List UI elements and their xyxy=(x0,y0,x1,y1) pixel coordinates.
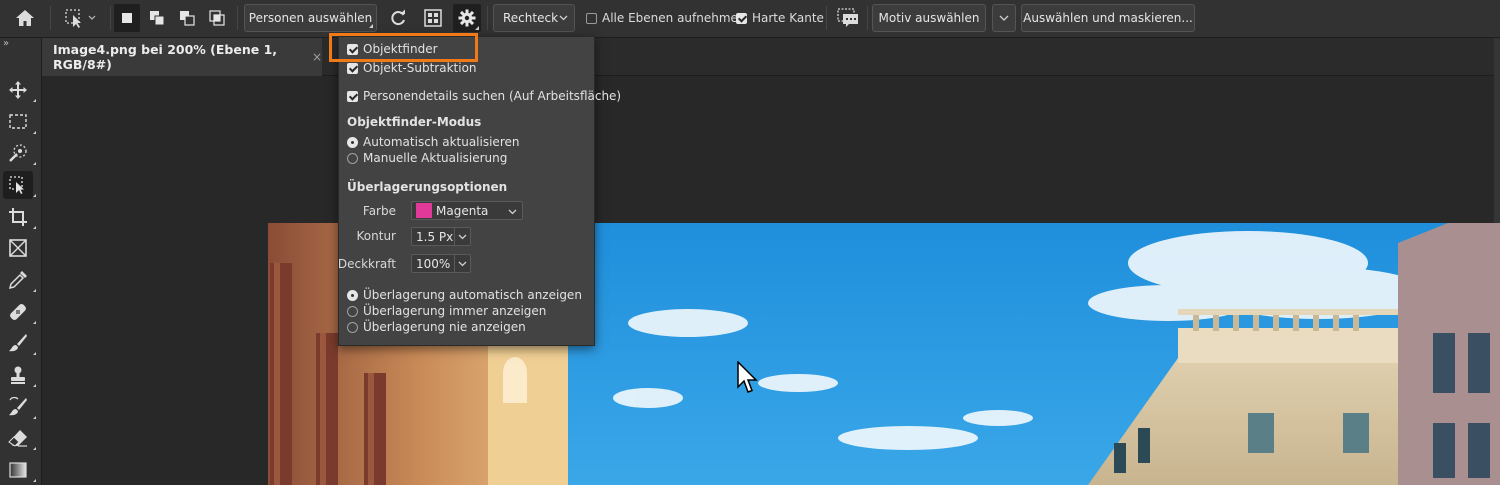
mode-select-value: Rechteck xyxy=(503,11,559,25)
mode-manual-label: Manuelle Aktualisierung xyxy=(363,151,508,165)
chevron-down-icon xyxy=(458,261,467,266)
object-finder-settings-panel: Objektfinder Objekt-Subtraktion Personen… xyxy=(337,36,621,346)
object-subtraction-box[interactable] xyxy=(347,62,358,74)
history-brush-tool-icon[interactable] xyxy=(3,393,36,421)
eraser-tool-icon[interactable] xyxy=(3,424,36,452)
overlay-never-radio[interactable]: Überlagerung nie anzeigen xyxy=(347,320,526,334)
quick-selection-tool-icon[interactable] xyxy=(3,139,36,167)
stroke-width-field[interactable]: 1.5 Px xyxy=(411,227,471,246)
chevron-down-icon xyxy=(999,15,1009,21)
canvas-area[interactable] xyxy=(42,77,1500,485)
options-bar: Personen auswählen Rechteck Alle Ebenen … xyxy=(0,0,1500,38)
feedback-icon[interactable] xyxy=(834,4,862,32)
intersect-selection-icon[interactable] xyxy=(204,4,230,32)
frame-tool-icon[interactable] xyxy=(3,234,33,262)
select-subject-button[interactable]: Motiv auswählen xyxy=(872,4,986,32)
overlay-auto-radio-dot[interactable] xyxy=(347,289,358,301)
crop-tool-icon[interactable] xyxy=(3,203,36,231)
home-icon[interactable] xyxy=(10,4,40,32)
select-people-button[interactable]: Personen auswählen xyxy=(244,4,377,32)
select-subject-label: Motiv auswählen xyxy=(878,11,980,25)
select-people-label: Personen auswählen xyxy=(248,11,373,25)
tools-panel: » xyxy=(0,38,42,485)
sample-all-layers-label: Alle Ebenen aufnehmen xyxy=(602,11,746,25)
person-details-label: Personendetails suchen (Auf Arbeitsfläch… xyxy=(363,89,622,103)
chevron-down-icon xyxy=(458,234,467,239)
overlay-always-radio-dot[interactable] xyxy=(347,305,358,317)
gradient-tool-icon[interactable] xyxy=(3,456,36,484)
document-tab[interactable]: Image4.png bei 200% (Ebene 1, RGB/8#) × xyxy=(42,38,322,76)
opacity-value: 100% xyxy=(416,256,451,271)
overlay-auto-radio[interactable]: Überlagerung automatisch anzeigen xyxy=(347,288,582,302)
mouse-cursor-icon xyxy=(737,361,758,393)
healing-brush-tool-icon[interactable] xyxy=(3,298,36,326)
select-subject-dropdown[interactable] xyxy=(992,4,1016,32)
chevron-down-icon xyxy=(559,15,568,21)
new-selection-icon[interactable] xyxy=(114,4,140,32)
move-tool-icon[interactable] xyxy=(3,76,36,104)
mode-auto-radio-dot[interactable] xyxy=(347,136,358,148)
object-finder-mode-heading: Objektfinder-Modus xyxy=(347,115,482,129)
close-icon[interactable]: × xyxy=(312,50,322,64)
select-and-mask-label: Auswählen und maskieren... xyxy=(1023,11,1193,25)
object-subtraction-label: Objekt-Subtraktion xyxy=(363,61,477,75)
object-selection-tool-preset[interactable] xyxy=(58,4,104,32)
stroke-label: Kontur xyxy=(356,229,396,243)
opacity-field[interactable]: 100% xyxy=(411,254,471,273)
stroke-width-dropdown[interactable] xyxy=(454,228,470,245)
overlay-color-select[interactable]: Magenta xyxy=(411,201,523,220)
stroke-width-value: 1.5 Px xyxy=(416,229,454,244)
document-tab-title: Image4.png bei 200% (Ebene 1, RGB/8#) xyxy=(53,42,278,72)
mode-auto-radio[interactable]: Automatisch aktualisieren xyxy=(347,135,519,149)
hard-edge-box[interactable] xyxy=(736,12,747,24)
overlay-color-value: Magenta xyxy=(436,203,489,218)
mode-manual-radio-dot[interactable] xyxy=(347,152,358,164)
overlay-never-radio-dot[interactable] xyxy=(347,321,358,333)
expand-toolbar-icon[interactable]: » xyxy=(3,38,9,49)
opacity-dropdown[interactable] xyxy=(454,255,470,272)
subtract-selection-icon[interactable] xyxy=(174,4,200,32)
mode-auto-label: Automatisch aktualisieren xyxy=(363,135,520,149)
hard-edge-label: Harte Kante xyxy=(752,11,824,25)
highlight-box xyxy=(329,33,478,62)
mode-manual-radio[interactable]: Manuelle Aktualisierung xyxy=(347,151,507,165)
eyedropper-tool-icon[interactable] xyxy=(3,266,36,294)
overlay-always-radio[interactable]: Überlagerung immer anzeigen xyxy=(347,304,546,318)
opacity-label: Deckkraft xyxy=(337,257,396,271)
sample-all-layers-checkbox[interactable]: Alle Ebenen aufnehmen xyxy=(586,4,746,32)
refresh-icon[interactable] xyxy=(385,4,411,32)
color-label: Farbe xyxy=(362,204,396,218)
clone-stamp-tool-icon[interactable] xyxy=(3,361,36,389)
select-and-mask-button[interactable]: Auswählen und maskieren... xyxy=(1021,4,1195,32)
color-swatch xyxy=(416,203,432,218)
overlay-always-label: Überlagerung immer anzeigen xyxy=(363,304,547,318)
overlay-auto-label: Überlagerung automatisch anzeigen xyxy=(363,288,582,302)
object-selection-tool-icon[interactable] xyxy=(3,171,36,199)
hard-edge-checkbox[interactable]: Harte Kante xyxy=(736,4,824,32)
person-details-checkbox[interactable]: Personendetails suchen (Auf Arbeitsfläch… xyxy=(347,89,621,103)
object-selection-icon xyxy=(65,9,96,28)
overlay-options-heading: Überlagerungsoptionen xyxy=(347,180,508,194)
overlay-never-label: Überlagerung nie anzeigen xyxy=(363,320,526,334)
add-selection-icon[interactable] xyxy=(144,4,170,32)
gear-icon[interactable] xyxy=(453,4,481,32)
object-subtraction-checkbox[interactable]: Objekt-Subtraktion xyxy=(347,61,477,75)
brush-tool-icon[interactable] xyxy=(3,329,36,357)
person-details-box[interactable] xyxy=(347,90,358,102)
mode-select[interactable]: Rechteck xyxy=(493,4,575,32)
sample-all-layers-box[interactable] xyxy=(586,12,597,24)
document-tab-bar: Image4.png bei 200% (Ebene 1, RGB/8#) × xyxy=(42,38,1500,76)
marquee-tool-icon[interactable] xyxy=(3,108,36,136)
chevron-down-icon xyxy=(508,209,517,215)
object-finder-overlay-icon[interactable] xyxy=(420,4,446,32)
